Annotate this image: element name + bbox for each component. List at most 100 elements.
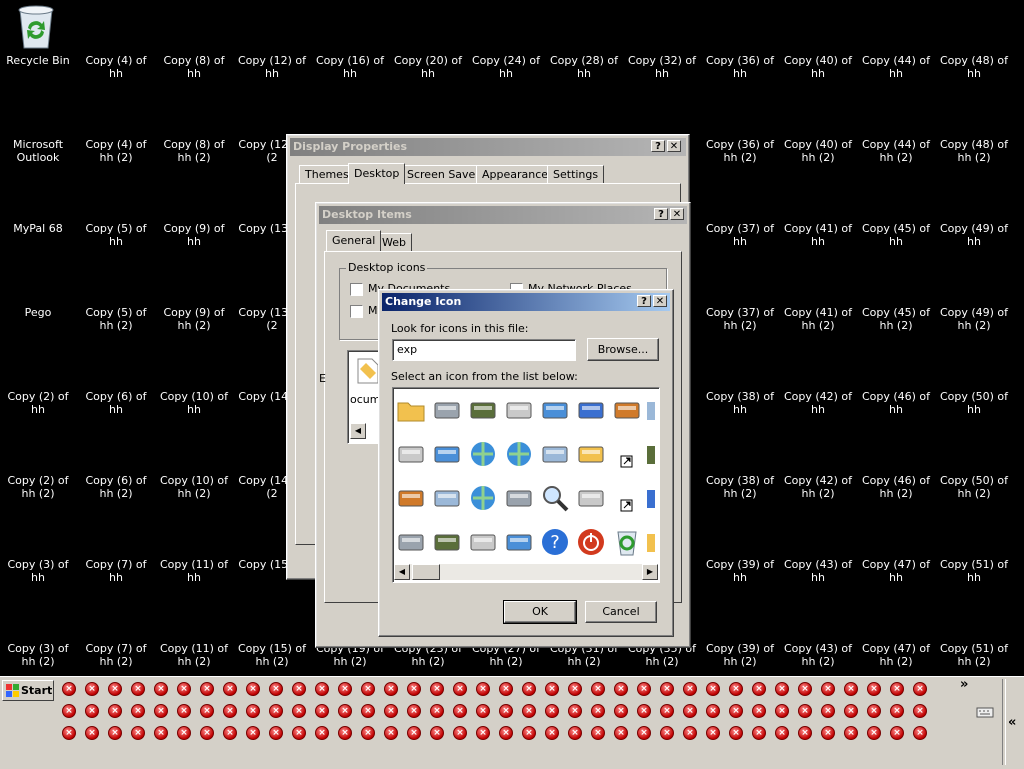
error-icon[interactable]: ×: [246, 726, 260, 740]
error-icon[interactable]: ×: [821, 726, 835, 740]
error-icon[interactable]: ×: [315, 726, 329, 740]
globe-mouse-icon[interactable]: [467, 482, 499, 514]
scroll-left-button[interactable]: ◀: [350, 423, 366, 439]
cancel-button[interactable]: Cancel: [585, 601, 657, 623]
desktop-icon[interactable]: Copy (32) of hh: [623, 54, 701, 80]
partial-icon[interactable]: [647, 526, 660, 558]
scroll-left-button[interactable]: ◀: [394, 564, 410, 580]
error-icon[interactable]: ×: [913, 726, 927, 740]
browse-button[interactable]: Browse...: [587, 338, 659, 361]
desktop-icon[interactable]: Copy (49) of hh (2): [935, 306, 1013, 332]
internet-explorer-icon[interactable]: [467, 438, 499, 470]
error-icon[interactable]: ×: [637, 682, 651, 696]
desktop-icon[interactable]: Copy (6) of hh: [77, 390, 155, 416]
floppy-drive-icon[interactable]: [395, 482, 427, 514]
error-icon[interactable]: ×: [453, 682, 467, 696]
error-icon[interactable]: ×: [476, 704, 490, 718]
error-icon[interactable]: ×: [407, 704, 421, 718]
help-button[interactable]: ?: [637, 295, 651, 307]
error-icon[interactable]: ×: [315, 682, 329, 696]
error-icon[interactable]: ×: [499, 682, 513, 696]
globe-computer-icon[interactable]: [503, 438, 535, 470]
desktop-icon[interactable]: Copy (8) of hh (2): [155, 138, 233, 164]
error-icon[interactable]: ×: [706, 704, 720, 718]
partial-icon[interactable]: [647, 394, 660, 426]
error-icon[interactable]: ×: [200, 726, 214, 740]
error-icon[interactable]: ×: [292, 704, 306, 718]
desktop-icon[interactable]: Copy (44) of hh: [857, 54, 935, 80]
desktop-icon[interactable]: Copy (4) of hh: [77, 54, 155, 80]
error-icon[interactable]: ×: [568, 704, 582, 718]
desktop-icon[interactable]: Copy (7) of hh: [77, 558, 155, 584]
desktop-icon[interactable]: Copy (2) of hh: [0, 390, 77, 416]
error-icon[interactable]: ×: [85, 726, 99, 740]
error-icon[interactable]: ×: [338, 704, 352, 718]
error-icon[interactable]: ×: [177, 682, 191, 696]
desktop-icon[interactable]: Copy (36) of hh (2): [701, 138, 779, 164]
error-icon[interactable]: ×: [545, 682, 559, 696]
shutdown-icon[interactable]: [575, 526, 607, 558]
close-button[interactable]: ✕: [653, 295, 667, 307]
search-icon[interactable]: [539, 482, 571, 514]
error-icon[interactable]: ×: [62, 726, 76, 740]
error-icon[interactable]: ×: [361, 704, 375, 718]
error-icon[interactable]: ×: [752, 682, 766, 696]
cd-drive-icon[interactable]: [431, 526, 463, 558]
keyboard-icon[interactable]: [976, 705, 994, 719]
desktop-icon[interactable]: Pego: [0, 306, 77, 319]
error-icon[interactable]: ×: [614, 726, 628, 740]
error-icon[interactable]: ×: [384, 682, 398, 696]
error-icon[interactable]: ×: [752, 726, 766, 740]
printer-icon[interactable]: [503, 394, 535, 426]
error-icon[interactable]: ×: [62, 704, 76, 718]
tab-screen-saver[interactable]: Screen Saver: [401, 165, 486, 183]
error-icon[interactable]: ×: [361, 726, 375, 740]
error-icon[interactable]: ×: [292, 726, 306, 740]
error-icon[interactable]: ×: [361, 682, 375, 696]
desktop-icon[interactable]: Copy (48) of hh (2): [935, 138, 1013, 164]
desktop-icon[interactable]: Copy (40) of hh (2): [779, 138, 857, 164]
error-icon[interactable]: ×: [499, 726, 513, 740]
error-icon[interactable]: ×: [200, 704, 214, 718]
clock-document-icon[interactable]: [539, 394, 571, 426]
error-icon[interactable]: ×: [476, 682, 490, 696]
error-icon[interactable]: ×: [568, 682, 582, 696]
error-icon[interactable]: ×: [453, 726, 467, 740]
error-icon[interactable]: ×: [223, 726, 237, 740]
desktop-icon[interactable]: Copy (39) of hh: [701, 558, 779, 584]
scroll-right-button[interactable]: ▶: [642, 564, 658, 580]
server-icon[interactable]: [575, 482, 607, 514]
error-icon[interactable]: ×: [637, 704, 651, 718]
error-icon[interactable]: ×: [384, 726, 398, 740]
desktop-icon[interactable]: Copy (9) of hh (2): [155, 306, 233, 332]
error-icon[interactable]: ×: [246, 682, 260, 696]
error-icon[interactable]: ×: [614, 704, 628, 718]
tab-themes[interactable]: Themes: [299, 165, 355, 183]
error-icon[interactable]: ×: [522, 682, 536, 696]
error-icon[interactable]: ×: [154, 682, 168, 696]
error-icon[interactable]: ×: [660, 682, 674, 696]
desktop-icon[interactable]: Copy (46) of hh: [857, 390, 935, 416]
error-icon[interactable]: ×: [591, 726, 605, 740]
error-icon[interactable]: ×: [568, 726, 582, 740]
desktop-icon[interactable]: Copy (48) of hh: [935, 54, 1013, 80]
computers-icon[interactable]: [467, 526, 499, 558]
error-icon[interactable]: ×: [729, 704, 743, 718]
error-icon[interactable]: ×: [844, 704, 858, 718]
desktop-icon[interactable]: Copy (2) of hh (2): [0, 474, 77, 500]
desktop-icon[interactable]: Copy (10) of hh (2): [155, 474, 233, 500]
error-icon[interactable]: ×: [62, 682, 76, 696]
ok-button[interactable]: OK: [503, 600, 577, 624]
desktop-icon[interactable]: Copy (38) of hh (2): [701, 474, 779, 500]
error-icon[interactable]: ×: [660, 726, 674, 740]
error-icon[interactable]: ×: [200, 682, 214, 696]
error-icon[interactable]: ×: [154, 704, 168, 718]
help-button[interactable]: ?: [651, 140, 665, 152]
desktop-icon[interactable]: Copy (46) of hh (2): [857, 474, 935, 500]
desktop-icon[interactable]: Copy (49) of hh: [935, 222, 1013, 248]
error-icon[interactable]: ×: [407, 726, 421, 740]
desktop-icon[interactable]: Copy (6) of hh (2): [77, 474, 155, 500]
desktop-icon[interactable]: Copy (3) of hh (2): [0, 642, 77, 668]
desktop-icon[interactable]: Copy (12) of hh: [233, 54, 311, 80]
error-icon[interactable]: ×: [844, 682, 858, 696]
